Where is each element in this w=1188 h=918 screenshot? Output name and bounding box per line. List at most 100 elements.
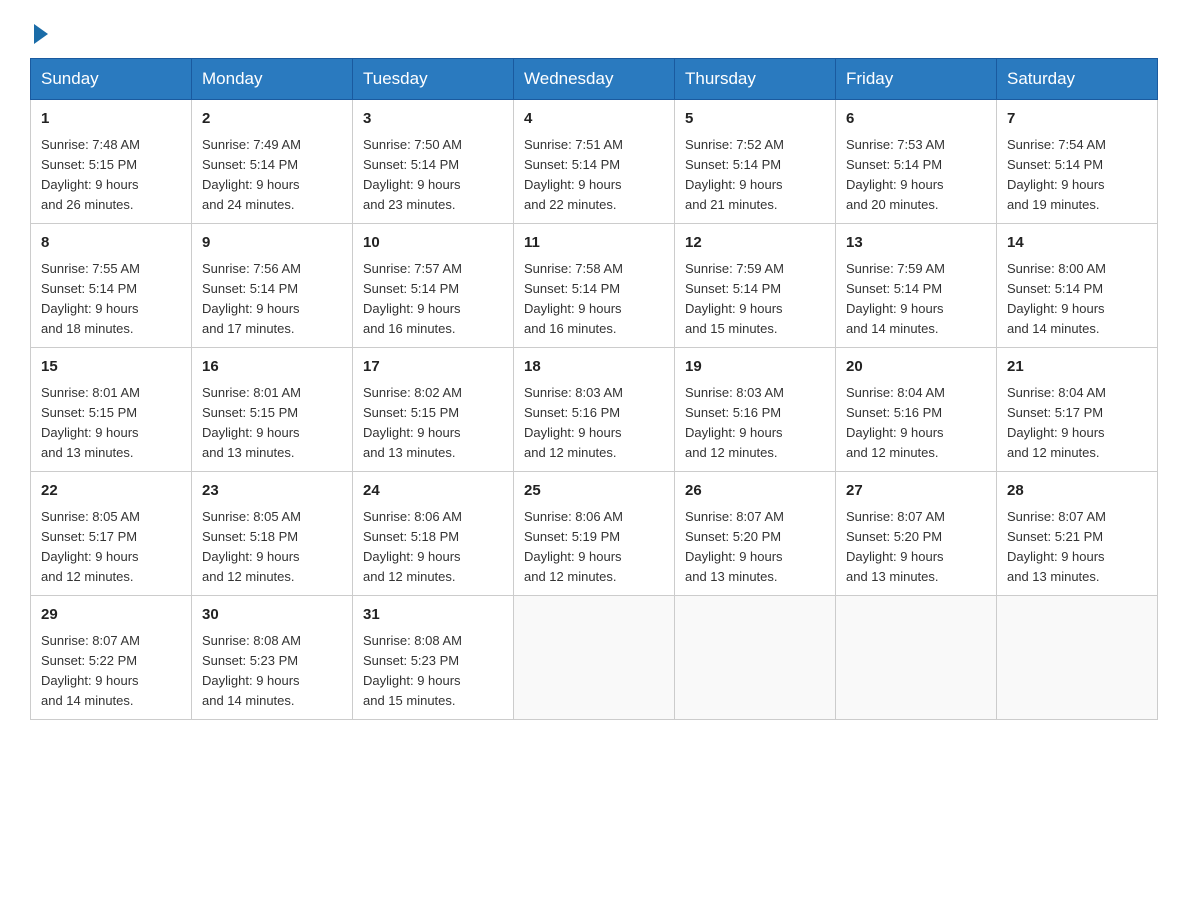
calendar-week-row: 15 Sunrise: 8:01 AMSunset: 5:15 PMDaylig…	[31, 348, 1158, 472]
logo-top	[30, 20, 48, 44]
day-number: 27	[846, 480, 986, 503]
day-info: Sunrise: 8:06 AMSunset: 5:19 PMDaylight:…	[524, 509, 623, 584]
calendar-day-cell: 16 Sunrise: 8:01 AMSunset: 5:15 PMDaylig…	[192, 348, 353, 472]
day-info: Sunrise: 8:04 AMSunset: 5:17 PMDaylight:…	[1007, 385, 1106, 460]
calendar-day-cell: 26 Sunrise: 8:07 AMSunset: 5:20 PMDaylig…	[675, 472, 836, 596]
calendar-week-row: 8 Sunrise: 7:55 AMSunset: 5:14 PMDayligh…	[31, 224, 1158, 348]
calendar-day-cell: 31 Sunrise: 8:08 AMSunset: 5:23 PMDaylig…	[353, 596, 514, 720]
day-number: 2	[202, 108, 342, 131]
calendar-day-cell: 1 Sunrise: 7:48 AMSunset: 5:15 PMDayligh…	[31, 100, 192, 224]
logo	[30, 20, 48, 40]
calendar-day-cell: 14 Sunrise: 8:00 AMSunset: 5:14 PMDaylig…	[997, 224, 1158, 348]
calendar-header-monday: Monday	[192, 59, 353, 100]
day-info: Sunrise: 8:07 AMSunset: 5:21 PMDaylight:…	[1007, 509, 1106, 584]
calendar-day-cell: 20 Sunrise: 8:04 AMSunset: 5:16 PMDaylig…	[836, 348, 997, 472]
day-number: 4	[524, 108, 664, 131]
day-info: Sunrise: 7:55 AMSunset: 5:14 PMDaylight:…	[41, 261, 140, 336]
day-number: 17	[363, 356, 503, 379]
day-number: 23	[202, 480, 342, 503]
calendar-day-cell	[836, 596, 997, 720]
day-info: Sunrise: 8:05 AMSunset: 5:18 PMDaylight:…	[202, 509, 301, 584]
day-info: Sunrise: 8:01 AMSunset: 5:15 PMDaylight:…	[202, 385, 301, 460]
calendar-day-cell: 10 Sunrise: 7:57 AMSunset: 5:14 PMDaylig…	[353, 224, 514, 348]
calendar-day-cell: 12 Sunrise: 7:59 AMSunset: 5:14 PMDaylig…	[675, 224, 836, 348]
day-info: Sunrise: 8:08 AMSunset: 5:23 PMDaylight:…	[202, 633, 301, 708]
day-info: Sunrise: 7:59 AMSunset: 5:14 PMDaylight:…	[846, 261, 945, 336]
calendar-day-cell: 30 Sunrise: 8:08 AMSunset: 5:23 PMDaylig…	[192, 596, 353, 720]
day-number: 7	[1007, 108, 1147, 131]
calendar-day-cell: 7 Sunrise: 7:54 AMSunset: 5:14 PMDayligh…	[997, 100, 1158, 224]
calendar-day-cell: 18 Sunrise: 8:03 AMSunset: 5:16 PMDaylig…	[514, 348, 675, 472]
calendar-day-cell	[675, 596, 836, 720]
calendar-day-cell: 8 Sunrise: 7:55 AMSunset: 5:14 PMDayligh…	[31, 224, 192, 348]
day-number: 12	[685, 232, 825, 255]
day-number: 18	[524, 356, 664, 379]
day-number: 25	[524, 480, 664, 503]
day-number: 15	[41, 356, 181, 379]
day-info: Sunrise: 7:53 AMSunset: 5:14 PMDaylight:…	[846, 137, 945, 212]
day-number: 3	[363, 108, 503, 131]
day-number: 19	[685, 356, 825, 379]
day-number: 6	[846, 108, 986, 131]
day-number: 28	[1007, 480, 1147, 503]
day-info: Sunrise: 7:51 AMSunset: 5:14 PMDaylight:…	[524, 137, 623, 212]
calendar-day-cell: 11 Sunrise: 7:58 AMSunset: 5:14 PMDaylig…	[514, 224, 675, 348]
day-info: Sunrise: 7:50 AMSunset: 5:14 PMDaylight:…	[363, 137, 462, 212]
calendar-header-tuesday: Tuesday	[353, 59, 514, 100]
day-info: Sunrise: 8:05 AMSunset: 5:17 PMDaylight:…	[41, 509, 140, 584]
day-info: Sunrise: 7:52 AMSunset: 5:14 PMDaylight:…	[685, 137, 784, 212]
calendar-day-cell: 3 Sunrise: 7:50 AMSunset: 5:14 PMDayligh…	[353, 100, 514, 224]
day-number: 20	[846, 356, 986, 379]
day-number: 10	[363, 232, 503, 255]
calendar-day-cell: 6 Sunrise: 7:53 AMSunset: 5:14 PMDayligh…	[836, 100, 997, 224]
calendar-day-cell: 4 Sunrise: 7:51 AMSunset: 5:14 PMDayligh…	[514, 100, 675, 224]
day-number: 21	[1007, 356, 1147, 379]
calendar-day-cell: 17 Sunrise: 8:02 AMSunset: 5:15 PMDaylig…	[353, 348, 514, 472]
day-number: 5	[685, 108, 825, 131]
day-number: 13	[846, 232, 986, 255]
day-number: 8	[41, 232, 181, 255]
day-number: 22	[41, 480, 181, 503]
day-info: Sunrise: 8:00 AMSunset: 5:14 PMDaylight:…	[1007, 261, 1106, 336]
day-number: 16	[202, 356, 342, 379]
day-number: 30	[202, 604, 342, 627]
calendar-day-cell: 2 Sunrise: 7:49 AMSunset: 5:14 PMDayligh…	[192, 100, 353, 224]
day-number: 31	[363, 604, 503, 627]
day-info: Sunrise: 8:07 AMSunset: 5:20 PMDaylight:…	[846, 509, 945, 584]
calendar-day-cell: 21 Sunrise: 8:04 AMSunset: 5:17 PMDaylig…	[997, 348, 1158, 472]
day-info: Sunrise: 8:03 AMSunset: 5:16 PMDaylight:…	[685, 385, 784, 460]
calendar-day-cell: 27 Sunrise: 8:07 AMSunset: 5:20 PMDaylig…	[836, 472, 997, 596]
calendar-week-row: 1 Sunrise: 7:48 AMSunset: 5:15 PMDayligh…	[31, 100, 1158, 224]
day-info: Sunrise: 8:07 AMSunset: 5:20 PMDaylight:…	[685, 509, 784, 584]
calendar-day-cell: 19 Sunrise: 8:03 AMSunset: 5:16 PMDaylig…	[675, 348, 836, 472]
day-number: 26	[685, 480, 825, 503]
calendar-day-cell	[997, 596, 1158, 720]
day-info: Sunrise: 7:59 AMSunset: 5:14 PMDaylight:…	[685, 261, 784, 336]
day-info: Sunrise: 8:01 AMSunset: 5:15 PMDaylight:…	[41, 385, 140, 460]
calendar-day-cell: 23 Sunrise: 8:05 AMSunset: 5:18 PMDaylig…	[192, 472, 353, 596]
calendar-header-friday: Friday	[836, 59, 997, 100]
day-info: Sunrise: 8:02 AMSunset: 5:15 PMDaylight:…	[363, 385, 462, 460]
calendar-day-cell: 13 Sunrise: 7:59 AMSunset: 5:14 PMDaylig…	[836, 224, 997, 348]
day-info: Sunrise: 7:48 AMSunset: 5:15 PMDaylight:…	[41, 137, 140, 212]
day-info: Sunrise: 8:08 AMSunset: 5:23 PMDaylight:…	[363, 633, 462, 708]
calendar-day-cell: 25 Sunrise: 8:06 AMSunset: 5:19 PMDaylig…	[514, 472, 675, 596]
day-number: 11	[524, 232, 664, 255]
calendar-day-cell: 24 Sunrise: 8:06 AMSunset: 5:18 PMDaylig…	[353, 472, 514, 596]
calendar-day-cell: 9 Sunrise: 7:56 AMSunset: 5:14 PMDayligh…	[192, 224, 353, 348]
day-info: Sunrise: 7:49 AMSunset: 5:14 PMDaylight:…	[202, 137, 301, 212]
page-header	[30, 20, 1158, 40]
day-info: Sunrise: 8:06 AMSunset: 5:18 PMDaylight:…	[363, 509, 462, 584]
calendar-day-cell: 29 Sunrise: 8:07 AMSunset: 5:22 PMDaylig…	[31, 596, 192, 720]
day-info: Sunrise: 8:07 AMSunset: 5:22 PMDaylight:…	[41, 633, 140, 708]
day-info: Sunrise: 7:54 AMSunset: 5:14 PMDaylight:…	[1007, 137, 1106, 212]
logo-arrow-icon	[34, 24, 48, 44]
calendar-day-cell	[514, 596, 675, 720]
day-number: 29	[41, 604, 181, 627]
day-info: Sunrise: 7:56 AMSunset: 5:14 PMDaylight:…	[202, 261, 301, 336]
day-info: Sunrise: 7:58 AMSunset: 5:14 PMDaylight:…	[524, 261, 623, 336]
calendar-day-cell: 28 Sunrise: 8:07 AMSunset: 5:21 PMDaylig…	[997, 472, 1158, 596]
day-info: Sunrise: 8:03 AMSunset: 5:16 PMDaylight:…	[524, 385, 623, 460]
day-info: Sunrise: 7:57 AMSunset: 5:14 PMDaylight:…	[363, 261, 462, 336]
calendar-header-row: SundayMondayTuesdayWednesdayThursdayFrid…	[31, 59, 1158, 100]
